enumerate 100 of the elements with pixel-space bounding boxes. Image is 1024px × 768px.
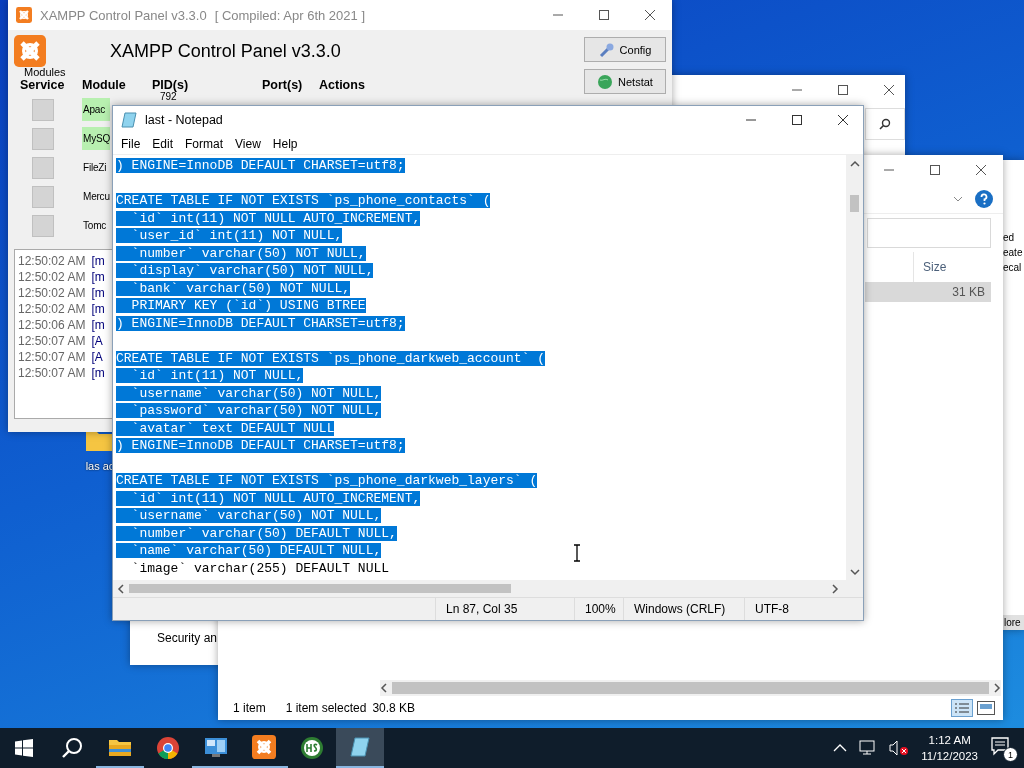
close-icon[interactable] [644, 9, 656, 21]
service-checkbox[interactable] [32, 214, 54, 237]
notification-icon[interactable] [990, 736, 1010, 756]
log-source: [m [91, 270, 105, 286]
description-text: ecal [1003, 261, 1023, 275]
log-source: [m [91, 286, 105, 302]
code-line: `image` varchar(255) DEFAULT NULL [130, 560, 390, 576]
search-field[interactable] [867, 218, 991, 248]
vertical-scrollbar[interactable] [846, 155, 863, 580]
module-name: Tomc [82, 219, 108, 233]
more-button[interactable]: lore [1003, 615, 1024, 630]
hs-logo-icon[interactable] [300, 736, 324, 760]
close-icon[interactable] [975, 164, 987, 176]
selection-size: 30.8 KB [372, 701, 416, 715]
globe-icon [597, 73, 614, 90]
log-source: [m [91, 366, 105, 382]
chevron-down-icon[interactable] [953, 195, 963, 203]
log-source: [m [91, 254, 105, 270]
log-time: 12:50:07 AM [18, 366, 86, 382]
text-cursor-icon [573, 544, 581, 562]
log-time: 12:50:07 AM [18, 334, 86, 350]
menu-item[interactable]: Help [266, 137, 304, 151]
netstat-button[interactable]: Netstat [584, 69, 666, 94]
module-name: Apac [82, 98, 110, 121]
scroll-down-icon[interactable] [849, 568, 860, 576]
window-title: XAMPP Control Panel v3.3.0 [40, 7, 207, 23]
close-icon[interactable] [837, 114, 849, 126]
horizontal-scrollbar[interactable] [380, 680, 1001, 696]
scrollbar-thumb[interactable] [392, 682, 989, 694]
volume-muted-icon[interactable] [889, 740, 910, 756]
folder-icon[interactable] [108, 737, 132, 757]
column-header: Port(s) [262, 78, 304, 92]
line-ending: Windows (CRLF) [623, 598, 744, 620]
group-label: Modules [24, 66, 67, 78]
maximize-icon[interactable] [837, 84, 849, 96]
scroll-right-icon[interactable] [993, 683, 1001, 693]
desktop-icon-label[interactable]: las ac [85, 460, 115, 472]
menu-item[interactable]: Format [179, 137, 230, 151]
item-count: 1 item [233, 701, 266, 715]
menu-item[interactable]: Edit [146, 137, 180, 151]
service-checkbox[interactable] [32, 127, 54, 150]
notepad-icon[interactable] [349, 736, 371, 758]
maximize-icon[interactable] [598, 9, 610, 21]
service-checkbox[interactable] [32, 156, 54, 179]
scroll-left-icon[interactable] [380, 683, 388, 693]
selection-status: 1 item selected [285, 701, 367, 715]
log-source: [A [91, 350, 103, 366]
log-time: 12:50:06 AM [18, 318, 86, 334]
help-icon[interactable] [975, 190, 993, 208]
module-name: FileZi [82, 161, 108, 175]
search-icon [879, 118, 891, 130]
column-header: Actions [319, 78, 366, 92]
log-time: 12:50:02 AM [18, 254, 86, 270]
maximize-icon[interactable] [791, 114, 803, 126]
module-name: Mercu [82, 190, 110, 204]
log-source: [A [91, 334, 103, 350]
search-field[interactable] [865, 108, 905, 140]
cursor-position: Ln 87, Col 35 [435, 598, 574, 620]
menu-item[interactable]: File [115, 137, 147, 151]
column-header: PID(s) [152, 78, 190, 92]
scroll-left-icon[interactable] [117, 583, 125, 594]
scroll-up-icon[interactable] [849, 160, 860, 168]
description-text: ed [1003, 231, 1016, 245]
clock-date[interactable]: 11/12/2023 [921, 748, 978, 764]
start-icon[interactable] [15, 739, 33, 757]
log-source: [m [91, 302, 105, 318]
service-checkbox[interactable] [32, 185, 54, 208]
file-size-cell[interactable]: 31 KB [865, 282, 991, 302]
scrollbar-thumb[interactable] [850, 195, 859, 212]
column-header: Module [82, 78, 127, 92]
notepad-icon [121, 112, 137, 128]
chevron-up-icon[interactable] [833, 744, 848, 752]
control-panel-link[interactable]: Security an [157, 631, 218, 645]
log-time: 12:50:02 AM [18, 302, 86, 318]
description-text: eate [1003, 246, 1024, 260]
zoom-level: 100% [574, 598, 623, 620]
xampp-logo-icon[interactable] [252, 735, 276, 759]
xampp-logo-icon [14, 35, 46, 67]
wrench-icon [598, 41, 615, 58]
service-checkbox[interactable] [32, 98, 54, 121]
column-header: Service [20, 78, 66, 92]
scrollbar-thumb[interactable] [129, 584, 511, 593]
config-button[interactable]: Config [584, 37, 666, 62]
horizontal-scrollbar[interactable] [113, 580, 863, 597]
close-icon[interactable] [883, 84, 895, 96]
search-icon[interactable] [61, 737, 83, 759]
notification-count: 1 [1003, 747, 1018, 762]
module-name: MySQ [82, 127, 110, 150]
pid-text: 792 [160, 91, 177, 102]
menu-item[interactable]: View [229, 137, 267, 151]
scroll-right-icon[interactable] [831, 583, 839, 594]
browser-icon[interactable] [156, 736, 180, 760]
thumbnail-view-icon[interactable] [977, 701, 995, 715]
log-time: 12:50:07 AM [18, 350, 86, 366]
log-source: [m [91, 318, 105, 334]
maximize-icon[interactable] [929, 164, 941, 176]
clock-time[interactable]: 1:12 AM [928, 732, 971, 748]
xampp-logo-icon [16, 7, 32, 23]
monitor-icon[interactable] [204, 736, 228, 758]
network-icon[interactable] [859, 740, 878, 756]
